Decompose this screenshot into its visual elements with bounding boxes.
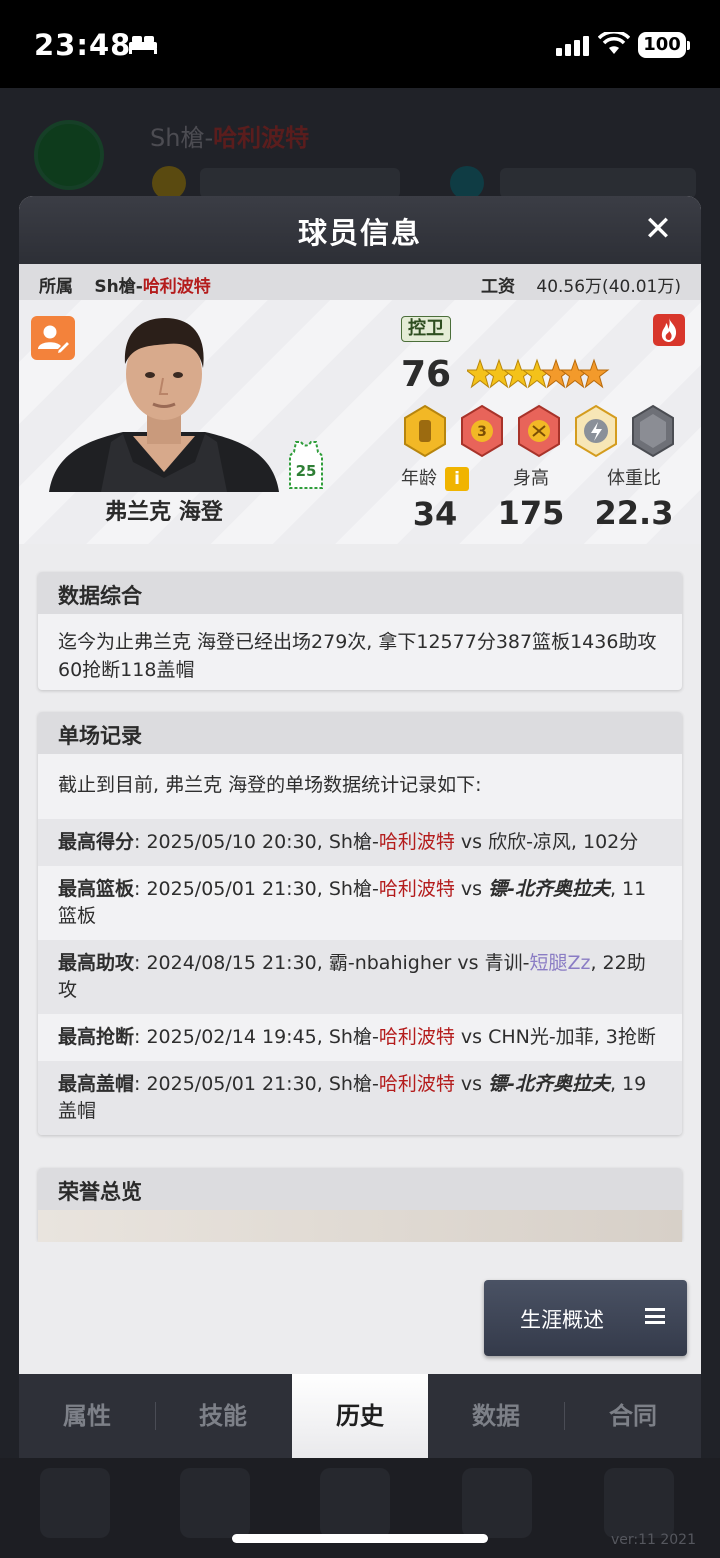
record-row: 最高助攻: 2024/08/15 21:30, 霸-nbahigher vs 青…: [38, 940, 682, 1014]
position-badge: 控卫: [401, 316, 451, 342]
tab-skills[interactable]: 技能: [155, 1374, 291, 1458]
tab-history[interactable]: 历史: [292, 1374, 428, 1458]
hot-streak-fire-icon[interactable]: [653, 314, 685, 346]
background-nav-item: [462, 1468, 532, 1538]
tab-attributes[interactable]: 属性: [19, 1374, 155, 1458]
battery-indicator: 100: [638, 32, 690, 58]
skill-badge-icon: [575, 404, 617, 458]
honors-banner: [38, 1210, 682, 1242]
skill-badge-icon: 3: [461, 404, 503, 458]
summary-title: 数据综合: [38, 572, 682, 614]
skill-badges[interactable]: 3: [399, 404, 689, 458]
status-bar: 23:48 100: [0, 0, 720, 88]
version-label: ver:11 2021: [610, 1532, 696, 1548]
history-scroll-area[interactable]: 数据综合 迄今为止弗兰克 海登已经出场279次, 拿下12577分387篮板14…: [19, 544, 701, 1242]
tab-data[interactable]: 数据: [428, 1374, 564, 1458]
background-team-name: Sh槍-哈利波特: [150, 124, 310, 152]
wifi-icon: [598, 32, 630, 54]
stat-value: 175: [497, 494, 565, 532]
player-profile: 25 弗兰克 海登 控卫 76 3 年龄 i 34 身高 175 体重比 22.…: [19, 300, 701, 544]
salary-value: 40.56万(40.01万): [536, 277, 681, 297]
svg-text:3: 3: [477, 424, 487, 440]
skill-badge-icon: [404, 404, 446, 458]
background-nav-item: [320, 1468, 390, 1538]
stat-age: 年龄 i 34: [395, 464, 475, 533]
record-row: 最高盖帽: 2025/05/01 21:30, Sh槍-哈利波特 vs 镖-北齐…: [38, 1061, 682, 1135]
jersey-number: 25: [296, 462, 317, 480]
player-name: 弗兰克 海登: [105, 500, 223, 525]
modal-header: 球员信息 ✕: [19, 196, 701, 264]
affiliation-label: 所属: [39, 277, 73, 297]
tab-contract[interactable]: 合同: [565, 1374, 701, 1458]
record-row: 最高得分: 2025/05/10 20:30, Sh槍-哈利波特 vs 欣欣-凉…: [38, 819, 682, 866]
career-overview-button[interactable]: 生涯概述: [484, 1280, 687, 1356]
modal-title: 球员信息: [297, 216, 422, 250]
salary-label: 工资: [480, 277, 515, 297]
background-currency-bar: [500, 168, 696, 198]
background-nav-item: [604, 1468, 674, 1538]
menu-icon: [645, 1308, 665, 1324]
records-title: 单场记录: [38, 712, 682, 754]
status-time: 23:48: [34, 28, 132, 62]
background-nav-item: [180, 1468, 250, 1538]
overall-rating: 76: [401, 354, 452, 395]
cellular-signal-icon: [556, 36, 589, 56]
stat-label: 体重比: [607, 468, 661, 489]
info-icon[interactable]: i: [445, 467, 469, 491]
background-nav-item: [40, 1468, 110, 1538]
background-currency-bar: [200, 168, 400, 198]
tab-bar: 属性 技能 历史 数据 合同: [19, 1374, 701, 1458]
star-rating: [467, 358, 610, 389]
affiliation: 所属 Sh槍-哈利波特: [39, 272, 211, 297]
star-icon: [578, 358, 610, 389]
records-card: 单场记录 截止到目前, 弗兰克 海登的单场数据统计记录如下: 最高得分: 202…: [38, 712, 682, 1135]
player-info-modal: 球员信息 ✕ 所属 Sh槍-哈利波特 工资 40.56万(40.01万) 25 …: [19, 196, 701, 1458]
stat-height: 身高 175: [491, 464, 571, 532]
affiliation-salary-strip: 所属 Sh槍-哈利波特 工资 40.56万(40.01万): [19, 264, 701, 300]
honors-title: 荣誉总览: [38, 1168, 682, 1210]
stat-weight-ratio: 体重比 22.3: [589, 464, 679, 532]
stat-value: 22.3: [594, 494, 674, 532]
jersey-icon: 25: [289, 441, 323, 489]
career-overview-label: 生涯概述: [520, 1308, 604, 1332]
close-button[interactable]: ✕: [639, 210, 677, 248]
background-gem-icon: [450, 166, 484, 200]
record-row: 最高抢断: 2025/02/14 19:45, Sh槍-哈利波特 vs CHN光…: [58, 1026, 656, 1048]
stat-label: 身高: [513, 468, 549, 489]
background-coin-icon: [152, 166, 186, 200]
records-intro: 截止到目前, 弗兰克 海登的单场数据统计记录如下:: [58, 774, 482, 796]
player-portrait: [49, 318, 279, 492]
skill-badge-icon: [518, 404, 560, 458]
summary-card: 数据综合 迄今为止弗兰克 海登已经出场279次, 拿下12577分387篮板14…: [38, 572, 682, 690]
affiliation-team[interactable]: Sh槍-哈利波特: [94, 277, 210, 297]
background-team-logo: [34, 120, 104, 190]
stat-label: 年龄: [401, 468, 437, 489]
stat-value: 34: [412, 495, 458, 533]
summary-text: 迄今为止弗兰克 海登已经出场279次, 拿下12577分387篮板1436助攻6…: [58, 631, 657, 681]
home-indicator[interactable]: [232, 1534, 488, 1543]
salary: 工资 40.56万(40.01万): [481, 272, 681, 297]
honors-card: 荣誉总览: [38, 1168, 682, 1242]
sleep-bed-icon: [129, 36, 157, 54]
record-row: 最高篮板: 2025/05/01 21:30, Sh槍-哈利波特 vs 镖-北齐…: [58, 878, 647, 927]
skill-badge-icon: [632, 404, 674, 458]
